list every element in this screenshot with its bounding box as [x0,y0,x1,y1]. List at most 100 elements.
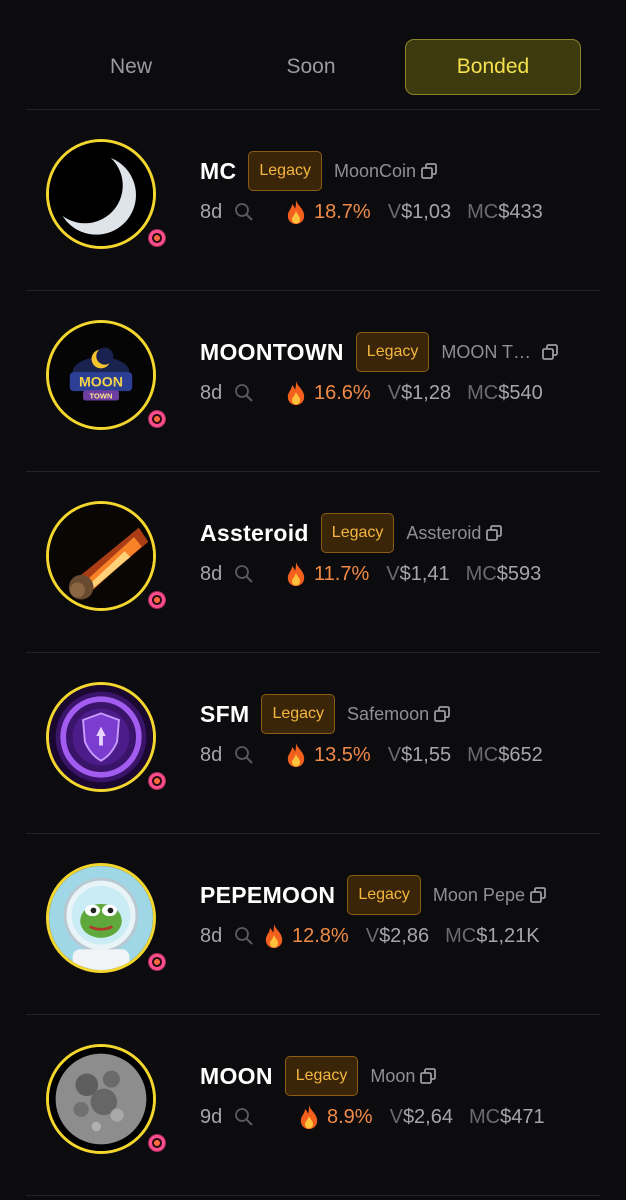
copy-icon[interactable] [419,1067,437,1085]
tab-bonded[interactable]: Bonded [405,39,581,95]
divider [26,1195,600,1196]
fire-icon [287,200,305,224]
full-moon-logo [49,1047,153,1151]
token-name: Safemoon [347,703,430,724]
token-name: Moon Pepe [432,884,525,905]
pepe-astronaut-logo [49,866,153,970]
legacy-badge: Legacy [284,1056,359,1096]
marketcap-value: $471 [500,1105,545,1128]
token-avatar-assteroid[interactable] [46,501,156,611]
token-ticker[interactable]: MOONTOWN [200,339,344,366]
tab-new[interactable]: New [41,40,221,94]
token-avatar-moontown[interactable]: MOON TOWN [46,320,156,430]
volume-value: $1,28 [401,381,452,404]
token-avatar-moon-pepe[interactable] [46,863,156,973]
marketcap-label: MC [465,562,497,585]
tab-bar: New Soon Bonded [0,0,626,110]
price-change: 16.6% [314,381,371,404]
copy-icon[interactable] [420,162,438,180]
token-row-sfm[interactable]: SFM Legacy Safemoon 8d 13.5% V $1,55 MC … [0,653,626,834]
token-age: 8d [200,562,223,585]
moontown-logo: MOON TOWN [49,323,153,427]
marketcap-value: $1,21K [476,924,540,947]
token-ticker[interactable]: SFM [200,701,249,728]
logo-text-town: TOWN [90,392,113,401]
token-avatar-moon[interactable] [46,1044,156,1154]
volume-value: $1,03 [401,200,452,223]
legacy-badge: Legacy [261,694,336,734]
chain-badge-icon [145,1131,169,1155]
fire-icon [265,924,283,948]
marketcap-value: $540 [498,381,543,404]
search-icon[interactable] [234,383,254,403]
chain-badge-icon [145,769,169,793]
marketcap-value: $652 [498,743,543,766]
token-ticker[interactable]: PEPEMOON [200,882,335,909]
marketcap-value: $433 [498,200,543,223]
marketcap-label: MC [469,1105,501,1128]
chain-badge-icon [145,407,169,431]
token-age: 8d [200,200,223,223]
token-row-assteroid[interactable]: Assteroid Legacy Assteroid 8d 11.7% V $1… [0,472,626,653]
search-icon[interactable] [234,564,254,584]
copy-icon[interactable] [433,705,451,723]
volume-value: $2,64 [402,1105,453,1128]
legacy-badge: Legacy [355,332,430,372]
volume-label: V [386,562,400,585]
fire-icon [287,562,305,586]
search-icon[interactable] [234,1107,254,1127]
volume-label: V [389,1105,403,1128]
token-row-moon[interactable]: MOON Legacy Moon 9d 8.9% V $2,64 MC $471 [0,1015,626,1196]
token-ticker[interactable]: MOON [200,1063,273,1090]
marketcap-value: $593 [496,562,542,585]
asteroid-logo [49,504,153,608]
copy-icon[interactable] [541,343,559,361]
price-change: 8.9% [327,1105,373,1128]
token-row-moontown[interactable]: MOON TOWN MOONTOWN Legacy MOON T… 8d 16.… [0,291,626,472]
chain-badge-icon [145,950,169,974]
marketcap-label: MC [467,743,499,766]
logo-text-moon: MOON [79,374,123,390]
marketcap-label: MC [467,200,499,223]
search-icon[interactable] [234,926,254,946]
copy-icon[interactable] [485,524,503,542]
volume-value: $1,55 [401,743,452,766]
token-age: 8d [200,743,223,766]
legacy-badge: Legacy [347,875,421,915]
token-row-mc[interactable]: MC Legacy MoonCoin 8d 18.7% V $1,03 MC $… [0,110,626,291]
chain-badge-icon [145,588,169,612]
token-age: 9d [200,1105,223,1128]
volume-value: $2,86 [379,924,430,947]
fire-icon [287,743,305,767]
volume-label: V [387,743,402,766]
token-name: Assteroid [406,522,482,543]
token-avatar-mooncoin[interactable] [46,139,156,249]
tab-soon[interactable]: Soon [221,40,401,94]
fire-icon [287,381,305,405]
price-change: 18.7% [314,200,371,223]
token-ticker[interactable]: MC [200,158,236,185]
token-name: Moon [370,1065,416,1086]
price-change: 11.7% [314,562,370,585]
volume-label: V [387,381,402,404]
token-name: MoonCoin [333,160,417,181]
token-age: 8d [200,924,223,947]
price-change: 13.5% [314,743,371,766]
search-icon[interactable] [234,202,254,222]
search-icon[interactable] [234,745,254,765]
token-name: MOON T… [441,341,532,362]
token-age: 8d [200,381,223,404]
legacy-badge: Legacy [320,513,395,553]
token-avatar-safemoon[interactable] [46,682,156,792]
token-row-pepemoon[interactable]: PEPEMOON Legacy Moon Pepe 8d 12.8% V $2,… [0,834,626,1015]
volume-value: $1,41 [399,562,450,585]
crescent-moon-logo [49,142,153,246]
marketcap-label: MC [467,381,499,404]
price-change: 12.8% [292,924,349,947]
fire-icon [300,1105,318,1129]
copy-icon[interactable] [529,886,547,904]
safemoon-logo [49,685,153,789]
token-ticker[interactable]: Assteroid [200,520,309,547]
marketcap-label: MC [445,924,477,947]
volume-label: V [387,200,402,223]
